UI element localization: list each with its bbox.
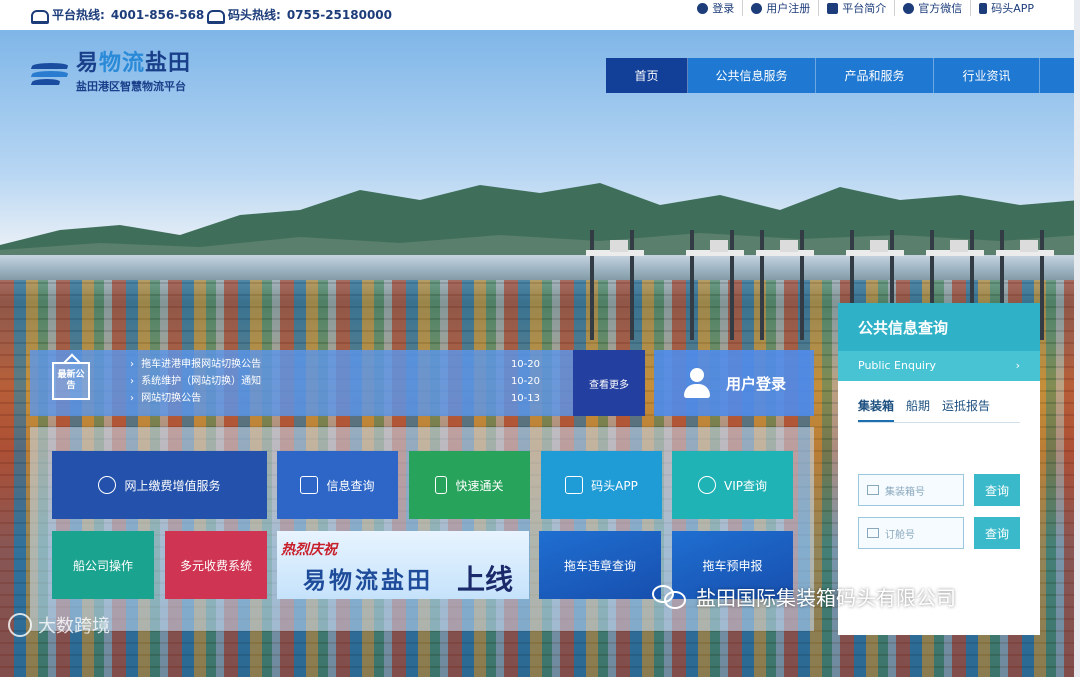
site-logo[interactable]: 易物流盐田 盐田港区智慧物流平台 <box>30 51 192 94</box>
users-icon <box>698 476 716 494</box>
multi-fee-tile[interactable]: 多元收费系统 <box>165 531 267 599</box>
brand-logo-icon <box>8 613 32 637</box>
notice-item[interactable]: 网站切换公告10-13 <box>130 390 570 407</box>
info-query-tile[interactable]: 信息查询 <box>277 451 398 519</box>
nav-products[interactable]: 产品和服务 <box>816 58 934 93</box>
logo-title: 易物流盐田 <box>76 51 192 76</box>
phone-icon <box>30 8 49 24</box>
container-icon <box>867 528 879 538</box>
platform-hotline: 平台热线: 4001-856-568 <box>30 6 204 24</box>
document-search-icon <box>300 476 319 494</box>
notice-board: 最新公告 拖车进港申报网站切换公告10-20 系统维护（网站切换）通知10-20… <box>30 350 573 416</box>
crane-graphic <box>586 210 644 340</box>
vip-query-tile[interactable]: VIP查询 <box>672 451 793 519</box>
logo-subtitle: 盐田港区智慧物流平台 <box>76 80 186 93</box>
app-link[interactable]: 码头APP <box>970 0 1042 16</box>
promo-line1: 热烈庆祝 <box>281 542 337 558</box>
wechat-icon <box>903 2 915 14</box>
wechat-link[interactable]: 官方微信 <box>894 0 970 16</box>
fast-customs-tile[interactable]: 快速通关 <box>409 451 530 519</box>
mobile-icon <box>979 2 988 14</box>
phone-icon <box>206 8 225 24</box>
brand-watermark: 大数跨境 <box>8 612 110 638</box>
company-watermark: 盐田国际集装箱码头有限公司 <box>652 582 956 611</box>
crane-graphic <box>686 210 744 340</box>
main-nav: 首页 公共信息服务 产品和服务 行业资讯 <box>606 58 1074 93</box>
tab-arrival-report[interactable]: 运抵报告 <box>942 397 990 422</box>
shipping-line-tile[interactable]: 船公司操作 <box>52 531 154 599</box>
nav-more <box>1040 58 1074 93</box>
register-link[interactable]: 用户注册 <box>742 0 818 16</box>
truck-violation-tile[interactable]: 拖车违章查询 <box>539 531 661 599</box>
login-label: 用户登录 <box>725 374 786 393</box>
user-icon <box>682 368 712 398</box>
edit-icon <box>565 476 584 494</box>
latest-notice-badge: 最新公告 <box>52 362 90 400</box>
launch-promo-banner[interactable]: 热烈庆祝 易物流盐田 上线 <box>277 531 529 599</box>
view-more-button[interactable]: 查看更多 <box>573 350 645 416</box>
user-add-icon <box>751 2 763 14</box>
notice-item[interactable]: 系统维护（网站切换）通知10-20 <box>130 373 570 390</box>
container-query-row: 集装箱号 查询 <box>858 474 1020 506</box>
container-number-input[interactable]: 集装箱号 <box>858 474 964 506</box>
about-link[interactable]: 平台简介 <box>818 0 894 16</box>
wechat-icon <box>652 583 688 611</box>
terminal-hotline: 码头热线: 0755-25180000 <box>206 6 392 24</box>
enquiry-tabs: 集装箱 船期 运抵报告 <box>838 381 1040 422</box>
lock-icon <box>697 2 709 14</box>
yen-coin-icon <box>98 476 117 494</box>
enquiry-title: 公共信息查询 <box>838 303 1040 351</box>
tab-container[interactable]: 集装箱 <box>858 397 895 422</box>
online-payment-tile[interactable]: 网上缴费增值服务 <box>52 451 267 519</box>
wave-logo-icon <box>30 59 70 87</box>
top-links: 登录 用户注册 平台简介 官方微信 码头APP <box>689 0 1042 16</box>
booking-number-input[interactable]: 订舱号 <box>858 517 964 549</box>
promo-line3: 上线 <box>457 563 514 596</box>
container-query-button[interactable]: 查询 <box>974 474 1020 506</box>
tabs-divider <box>858 422 1020 423</box>
container-icon <box>867 485 879 495</box>
booking-query-row: 订舱号 查询 <box>858 517 1020 549</box>
promo-line2: 易物流盐田 <box>303 568 433 594</box>
terminal-app-tile[interactable]: 码头APP <box>541 451 662 519</box>
nav-industry-news[interactable]: 行业资讯 <box>934 58 1040 93</box>
scrollbar-track[interactable] <box>1074 0 1080 677</box>
chevron-right-icon: › <box>1015 359 1020 372</box>
tab-vessel-schedule[interactable]: 船期 <box>906 397 930 422</box>
mountains-graphic <box>0 183 1080 255</box>
booking-query-button[interactable]: 查询 <box>974 517 1020 549</box>
nav-home[interactable]: 首页 <box>606 58 688 93</box>
nav-public-info[interactable]: 公共信息服务 <box>688 58 816 93</box>
top-bar: 平台热线: 4001-856-568 码头热线: 0755-25180000 登录 … <box>0 0 1080 30</box>
login-link[interactable]: 登录 <box>689 0 742 16</box>
phone-icon <box>435 476 448 494</box>
document-icon <box>827 2 839 14</box>
public-enquiry-link[interactable]: Public Enquiry › <box>838 351 1040 381</box>
crane-graphic <box>756 210 814 340</box>
notice-item[interactable]: 拖车进港申报网站切换公告10-20 <box>130 356 570 373</box>
user-login-button[interactable]: 用户登录 <box>654 350 814 416</box>
